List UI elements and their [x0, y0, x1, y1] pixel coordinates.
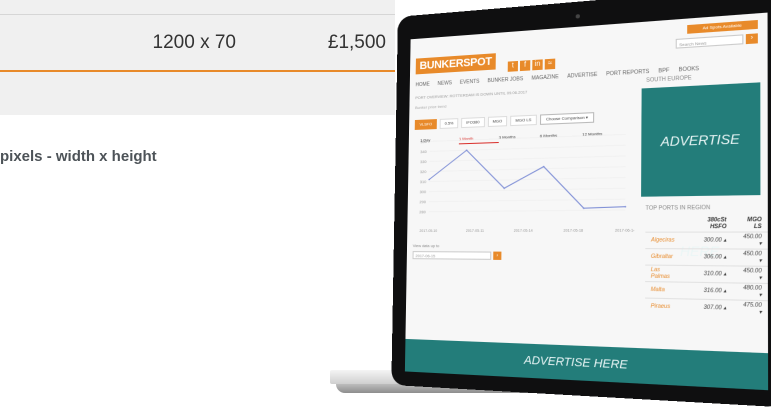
x-tick-label: 2017-05-10 — [419, 229, 437, 233]
y-tick-label: 330 — [420, 160, 426, 164]
y-tick-label: 290 — [419, 200, 425, 204]
x-tick-label: 2017-05-14 — [514, 229, 533, 233]
gridline — [429, 210, 626, 212]
y-tick-label: 280 — [419, 210, 425, 214]
nav-item[interactable]: ADVERTISE — [567, 72, 597, 80]
port-name[interactable]: Algeciras — [645, 232, 686, 249]
gridline — [429, 188, 625, 191]
nav-item[interactable]: MAGAZINE — [531, 74, 558, 82]
hsfo-price: 306.00 ▴ — [685, 248, 733, 266]
ports-header: MGO LS — [747, 216, 762, 231]
nav-item[interactable]: HOME — [415, 81, 429, 88]
table-row: Gibraltar 306.00 ▴ 450.00 ▾ — [645, 248, 768, 267]
facebook-icon[interactable]: f — [519, 60, 531, 72]
website-screen: Ad Spots Available Search News › BUNKERS… — [404, 12, 769, 391]
hsfo-price: 307.00 ▴ — [685, 298, 733, 317]
port-name[interactable]: Malta — [645, 281, 686, 299]
data-point — [624, 205, 627, 208]
mgo-price: 480.00 ▾ — [732, 282, 768, 301]
linkedin-icon[interactable]: in — [532, 59, 543, 71]
price-series-line — [429, 145, 626, 210]
laptop-mockup: Ad Spots Available Search News › BUNKERS… — [0, 0, 771, 407]
gridline — [430, 145, 626, 151]
y-tick-label: 310 — [420, 180, 426, 184]
twitter-icon[interactable]: t — [507, 60, 518, 72]
site-logo[interactable]: BUNKERSPOT — [415, 53, 496, 75]
mgo-price: 450.00 ▾ — [732, 248, 768, 267]
port-name[interactable]: Gibraltar — [645, 248, 686, 266]
table-row: Algeciras 300.00 ▴ 450.00 ▾ — [645, 232, 768, 250]
gridline — [429, 177, 625, 181]
port-name[interactable]: Las Palmas — [645, 265, 686, 283]
laptop-lid: Ad Spots Available Search News › BUNKERS… — [391, 0, 771, 407]
y-tick-label: 320 — [420, 170, 426, 174]
gridline — [430, 134, 626, 141]
x-tick-label: 2017-05-11 — [466, 229, 484, 233]
mgo-price: 475.00 ▾ — [732, 299, 768, 318]
date-input[interactable]: 2017-06-15 — [412, 251, 492, 260]
y-tick-label: 350 — [420, 140, 426, 144]
ticker-text: PORT OVERVIEW: ROTTERDAM IS DOWN UNTIL 0… — [415, 89, 528, 101]
search-input[interactable]: Search News — [675, 34, 744, 49]
nav-item[interactable]: EVENTS — [460, 79, 480, 86]
date-go-button[interactable]: › — [493, 251, 502, 260]
price-line-chart: 280 290 300 310 320 330 340 350 2017-05-10 2017-0… — [419, 130, 635, 233]
x-tick-label: 2017-05-18 — [563, 228, 583, 232]
nav-item[interactable]: NEWS — [437, 80, 452, 87]
y-tick-label: 340 — [420, 150, 426, 154]
side-ad-banner[interactable]: ADVERTISE HERE — [641, 82, 761, 260]
top-link-button[interactable]: Ad Spots Available — [687, 19, 758, 34]
x-tick-label: 2017-06-14 — [615, 228, 635, 233]
chart-title: Bunker price trend — [415, 103, 447, 111]
table-row: Piraeus 307.00 ▴ 475.00 ▾ — [644, 298, 768, 318]
view-date-label: View data up to — [412, 243, 440, 249]
mgo-price: 450.00 ▾ — [732, 265, 768, 284]
ports-header-row: 380cSt HSFO MGO LS — [645, 215, 767, 232]
search-button[interactable]: › — [745, 33, 758, 45]
data-point — [428, 178, 430, 181]
ports-title: TOP PORTS IN REGION — [645, 204, 711, 212]
social-links: t f in ≈ — [507, 51, 558, 73]
hsfo-price: 310.00 ▴ — [685, 265, 733, 283]
ports-header: 380cSt HSFO — [707, 216, 727, 231]
nav-item[interactable]: BOOKS — [679, 66, 700, 74]
hsfo-price: 300.00 ▴ — [685, 232, 733, 249]
ports-table: 380cSt HSFO MGO LS Algeciras 300.00 ▴ 450.00… — [644, 215, 768, 318]
port-name[interactable]: Piraeus — [644, 298, 686, 316]
nav-item[interactable]: PORT REPORTS — [606, 69, 649, 78]
nav-item[interactable]: BUNKER JOBS — [487, 76, 523, 84]
ports-header — [645, 216, 686, 232]
rss-icon[interactable]: ≈ — [544, 58, 556, 70]
region-label: SOUTH EUROPE — [646, 74, 692, 84]
table-row: Las Palmas 310.00 ▴ 450.00 ▾ — [645, 265, 768, 284]
y-tick-label: 300 — [420, 190, 426, 194]
mgo-price: 450.00 ▾ — [732, 232, 768, 250]
nav-item[interactable]: BPF — [658, 68, 669, 75]
gridline — [429, 199, 626, 202]
hsfo-price: 316.00 ▴ — [685, 282, 733, 300]
gridline — [429, 167, 625, 172]
